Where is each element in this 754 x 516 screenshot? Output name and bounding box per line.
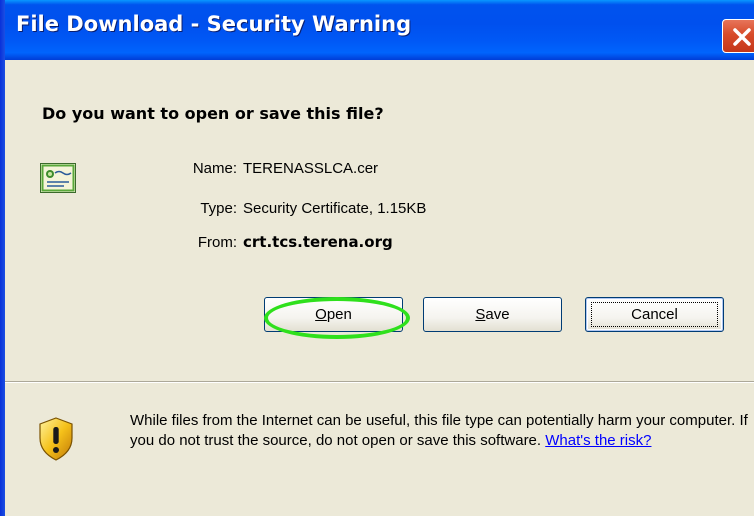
dialog-question: Do you want to open or save this file? — [42, 104, 384, 123]
focus-rectangle — [591, 302, 718, 327]
save-button[interactable]: Save — [423, 297, 562, 332]
dialog-body: Do you want to open or save this file? N… — [5, 60, 754, 516]
cancel-button[interactable]: Cancel — [585, 297, 724, 332]
name-label: Name: — [192, 160, 237, 177]
divider — [5, 381, 754, 383]
file-download-dialog: File Download - Security Warning Do you … — [0, 0, 754, 516]
type-label: Type: — [200, 200, 237, 217]
file-name-value: TERENASSLCA.cer — [243, 160, 379, 177]
warning-text: While files from the Internet can be use… — [130, 412, 748, 449]
close-x-icon — [733, 28, 751, 46]
save-mnemonic: S — [475, 306, 486, 323]
file-source-value: crt.tcs.terena.org — [243, 233, 393, 251]
open-button[interactable]: Open — [264, 297, 403, 332]
shield-warning-icon — [38, 417, 74, 466]
open-label: pen — [326, 306, 352, 323]
close-button[interactable] — [722, 19, 754, 53]
warning-message: While files from the Internet can be use… — [130, 411, 750, 451]
from-label: From: — [197, 234, 237, 251]
window-title: File Download - Security Warning — [16, 12, 412, 36]
whats-the-risk-link[interactable]: What's the risk? — [545, 432, 651, 449]
file-type-value: Security Certificate, 1.15KB — [243, 200, 427, 217]
certificate-icon — [40, 163, 76, 198]
save-label: ave — [485, 306, 510, 323]
open-mnemonic: O — [315, 306, 327, 323]
title-bar[interactable]: File Download - Security Warning — [0, 0, 754, 60]
